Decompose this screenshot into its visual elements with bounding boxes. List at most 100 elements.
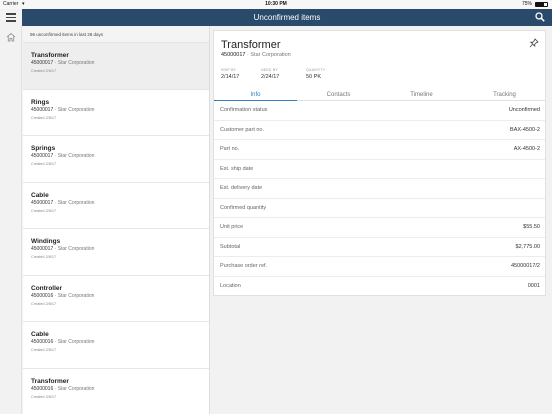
search-icon[interactable] xyxy=(535,12,545,22)
info-row-label: Unit price xyxy=(220,224,244,230)
info-row-value: AX-4500-2 xyxy=(513,146,540,152)
menu-icon[interactable] xyxy=(6,13,16,22)
meta-label: NEED BY xyxy=(261,68,278,72)
list-item-number: 45000016 xyxy=(31,339,54,345)
meta-value: 50 PK xyxy=(306,74,321,80)
meta-quantity: QUANTITY 50 PK xyxy=(306,68,325,80)
list-item-title: Windings xyxy=(31,238,61,245)
list-item-created: Created 2/8/17 xyxy=(31,255,57,259)
detail-subtitle: 45000017 · Star Corporation xyxy=(221,52,291,58)
info-row-label: Est. ship date xyxy=(220,165,254,172)
list-item-number: 45000017 xyxy=(31,153,54,159)
list-item-subtitle: 45000017 · Star Corporation xyxy=(31,199,95,206)
list-item-org: Star Corporation xyxy=(57,199,95,206)
list-item[interactable]: Rings 45000017 · Star Corporation Created … xyxy=(23,90,209,136)
list-item[interactable]: Transformer 45000017 · Star Corporation Cr… xyxy=(23,43,209,90)
list-item-created: Created 2/8/17 xyxy=(31,208,57,213)
info-row-label: Confirmed quantity xyxy=(220,204,267,211)
detail-org: Star Corporation xyxy=(250,52,291,58)
list-item-subtitle: 45000016 · Star Corporation xyxy=(31,385,95,392)
list-item-number: 45000017 xyxy=(31,246,54,252)
info-row-label: Subtotal xyxy=(220,243,241,250)
info-row: Subtotal $2,775.00 xyxy=(214,238,545,257)
list-item-title: Cable xyxy=(31,331,49,338)
info-row-label: Est. delivery date xyxy=(220,185,263,191)
list-item[interactable]: Transformer 45000016 · Star Corporation Cr… xyxy=(23,369,209,414)
detail-title: Transformer xyxy=(221,39,281,51)
list-item-title: Rings xyxy=(31,98,50,106)
detail-card: Transformer 45000017 · Star Corporation … xyxy=(213,30,546,296)
meta-need-by: NEED BY 2/24/17 xyxy=(261,68,279,80)
info-row: Est. delivery date xyxy=(214,179,545,199)
meta-value: 2/14/17 xyxy=(221,74,240,80)
info-row-label: Confirmation status xyxy=(220,107,268,113)
info-row: Location 0001 xyxy=(214,277,545,297)
info-row: Purchase order ref. 45000017/2 xyxy=(214,257,545,277)
list-item[interactable]: Cable 45000016 · Star Corporation Created … xyxy=(23,322,209,369)
list-item-created: Created 2/8/17 xyxy=(31,348,57,352)
list-item-subtitle: 45000016 · Star Corporation xyxy=(31,339,95,345)
meta-label: QUANTITY xyxy=(306,68,326,72)
info-row-label: Part no. xyxy=(220,146,240,152)
item-list: 96 unconfirmed items in last 28 days Tra… xyxy=(23,26,210,414)
info-row-value: $55.50 xyxy=(523,224,540,230)
list-item[interactable]: Cable 45000017 · Star Corporation Created … xyxy=(23,183,209,229)
list-item-subtitle: 45000017 · Star Corporation xyxy=(31,60,95,66)
list-item-title: Transformer xyxy=(31,377,69,385)
list-item-title: Controller xyxy=(31,284,63,292)
list-item-number: 45000016 xyxy=(31,385,54,392)
meta-ship-by: SHIP BY 2/14/17 xyxy=(221,68,239,80)
battery-icon xyxy=(535,2,548,7)
info-row: Part no. AX-4500-2 xyxy=(214,140,545,160)
info-rows: Confirmation status Unconfirmed Customer p… xyxy=(214,101,545,296)
info-row: Confirmation status Unconfirmed xyxy=(214,101,545,121)
page-title: Unconfirmed items xyxy=(253,13,321,22)
info-row-value: Unconfirmed xyxy=(508,107,540,113)
info-row-label: Location xyxy=(220,282,241,289)
list-item-number: 45000017 xyxy=(31,199,54,206)
info-row-label: Purchase order ref. xyxy=(220,263,268,269)
info-row-value: 45000017/2 xyxy=(510,263,540,269)
list-item[interactable]: Springs 45000017 · Star Corporation Create… xyxy=(23,136,209,183)
info-row-value: 0001 xyxy=(527,282,540,289)
tab-info[interactable]: Info xyxy=(214,90,297,101)
list-item-org: Star Corporation xyxy=(57,60,95,66)
list-item-org: Star Corporation xyxy=(57,385,95,392)
meta-label: SHIP BY xyxy=(221,68,237,72)
list-item[interactable]: Controller 45000016 · Star Corporation Cre… xyxy=(23,276,209,322)
info-row: Confirmed quantity xyxy=(214,199,545,218)
list-item-number: 45000017 xyxy=(31,106,54,113)
list-item-created: Created 2/8/17 xyxy=(31,394,57,399)
info-row-value: $2,775.00 xyxy=(515,243,540,250)
list-item-org: Star Corporation xyxy=(57,246,95,252)
meta-value: 2/24/17 xyxy=(261,74,280,80)
list-item-org: Star Corporation xyxy=(57,292,95,299)
info-row-label: Customer part no. xyxy=(220,126,265,133)
detail-tabs: Info Contacts Timeline Tracking xyxy=(214,90,545,101)
list-item-created: Created 2/8/17 xyxy=(31,301,57,306)
tab-contacts[interactable]: Contacts xyxy=(297,90,380,101)
list-item-subtitle: 45000016 · Star Corporation xyxy=(31,292,95,299)
list-item-title: Cable xyxy=(31,191,49,199)
side-rail xyxy=(0,26,22,414)
list-item-org: Star Corporation xyxy=(57,339,95,345)
list-item-org: Star Corporation xyxy=(57,106,95,113)
list-item-created: Created 2/8/17 xyxy=(31,115,57,120)
tab-timeline[interactable]: Timeline xyxy=(380,90,463,101)
list-item-number: 45000016 xyxy=(31,292,54,299)
info-row: Est. ship date xyxy=(214,160,545,179)
list-item-subtitle: 45000017 · Star Corporation xyxy=(31,106,95,113)
home-icon[interactable] xyxy=(6,32,16,42)
clock: 10:30 PM xyxy=(265,1,287,7)
list-item-created: Created 2/8/17 xyxy=(31,69,57,73)
list-item-title: Transformer xyxy=(31,52,69,59)
status-bar: Carrier ▾ 10:30 PM 75% xyxy=(0,0,552,9)
tab-tracking[interactable]: Tracking xyxy=(463,90,546,101)
list-item[interactable]: Windings 45000017 · Star Corporation Creat… xyxy=(23,229,209,276)
list-header: 96 unconfirmed items in last 28 days xyxy=(23,26,209,43)
list-item-subtitle: 45000017 · Star Corporation xyxy=(31,246,95,252)
pin-icon[interactable] xyxy=(529,38,539,48)
info-row: Customer part no. BAX-4500-2 xyxy=(214,121,545,140)
list-item-subtitle: 45000017 · Star Corporation xyxy=(31,153,95,159)
battery-percent: 75% xyxy=(521,1,532,7)
